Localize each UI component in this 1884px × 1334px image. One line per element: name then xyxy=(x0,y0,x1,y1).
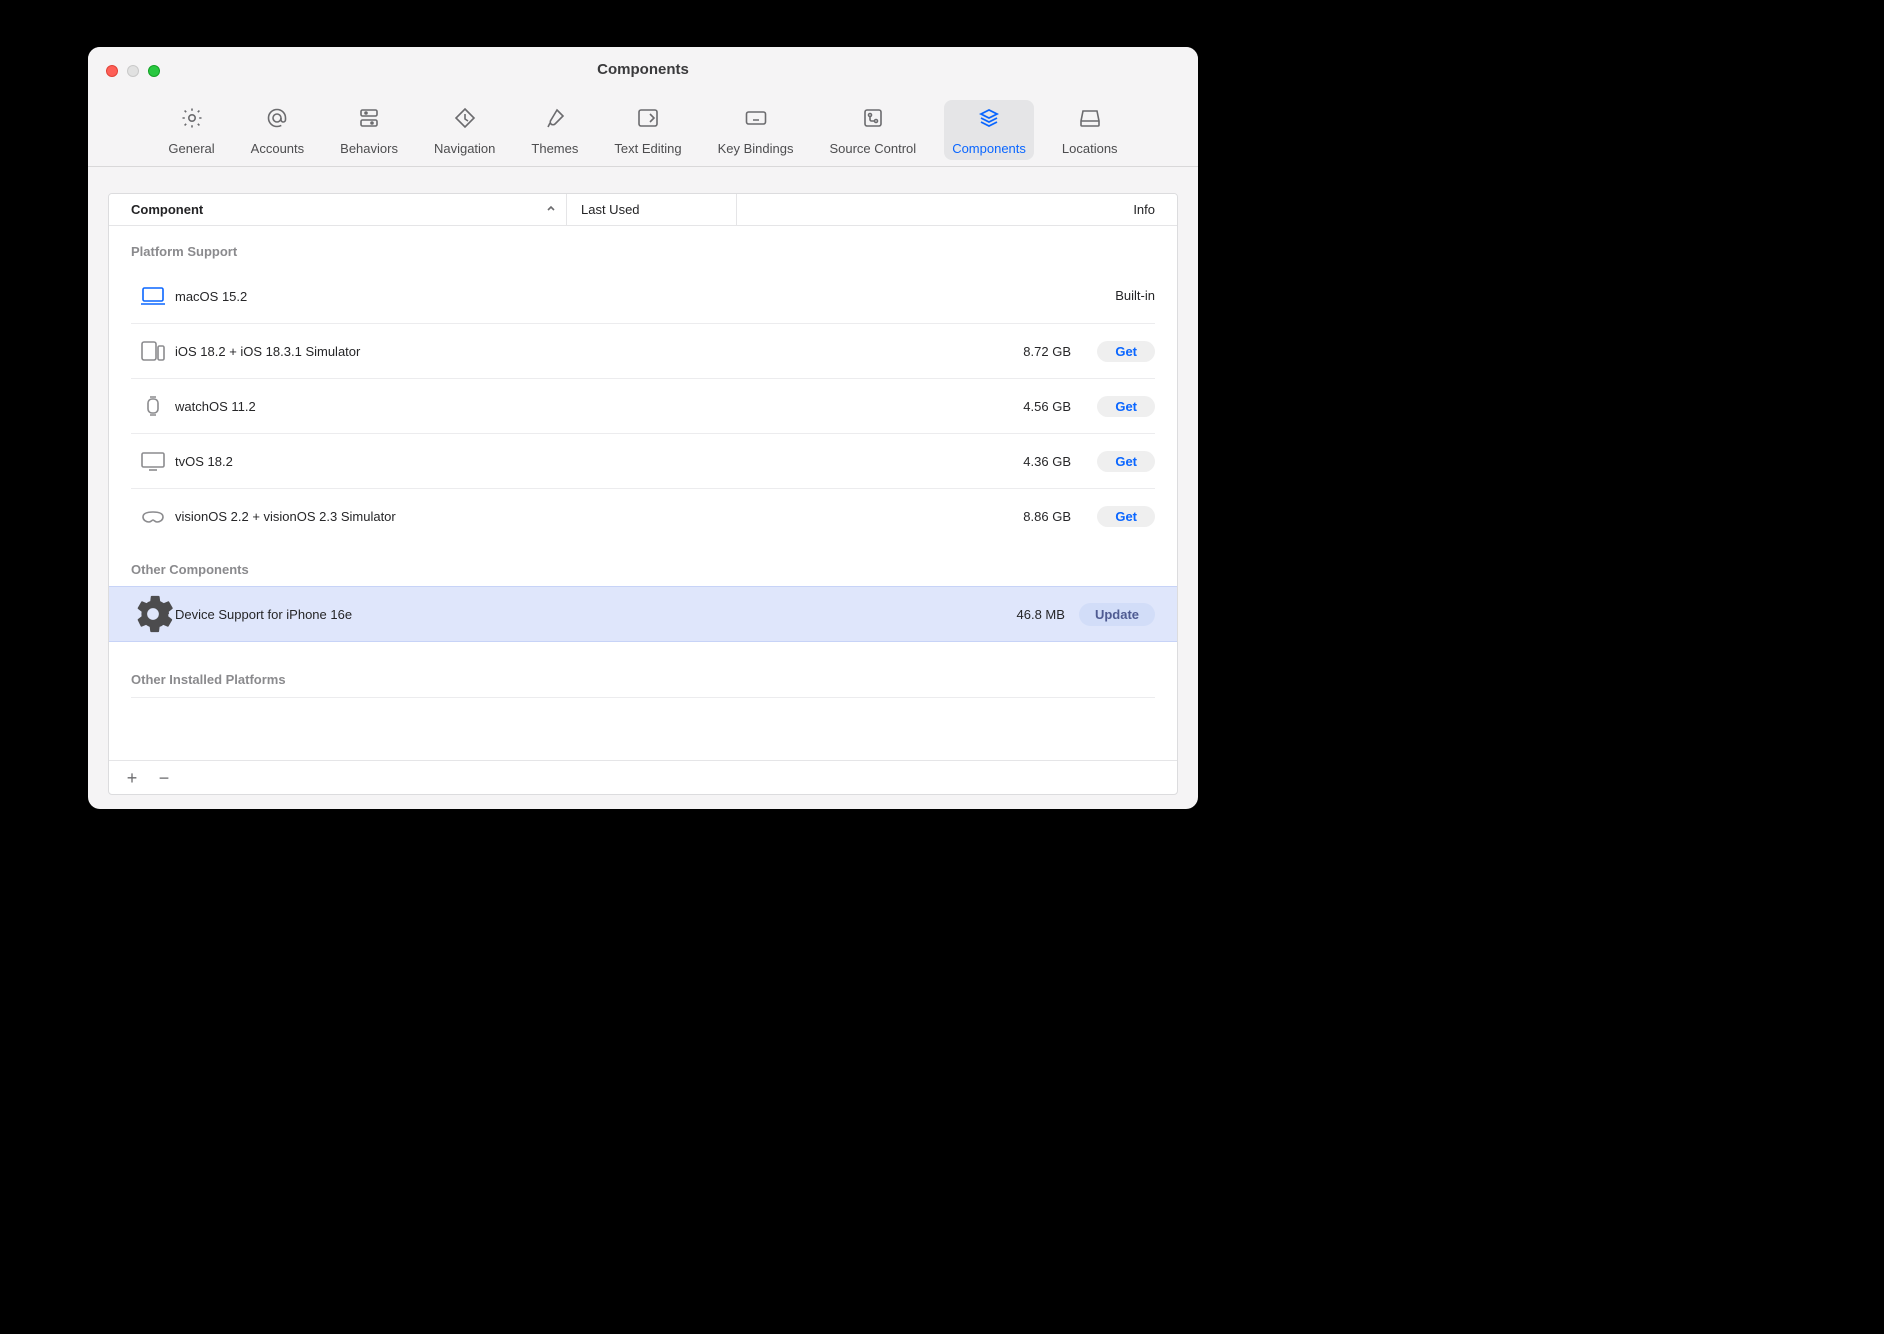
table-row[interactable]: tvOS 18.2 4.36 GB Get xyxy=(131,434,1155,489)
gear-icon xyxy=(178,106,206,135)
table-row[interactable]: iOS 18.2 + iOS 18.3.1 Simulator 8.72 GB … xyxy=(131,324,1155,379)
scroll-area[interactable]: Platform Support macOS 15.2 Built-in xyxy=(109,226,1177,760)
components-panel: Component Last Used Info Platform Suppor… xyxy=(108,193,1178,795)
tab-label: Accounts xyxy=(251,141,304,156)
add-button[interactable]: + xyxy=(123,769,141,787)
get-button[interactable]: Get xyxy=(1097,506,1155,527)
text-editing-icon xyxy=(634,106,662,135)
tab-navigation[interactable]: Navigation xyxy=(426,100,503,160)
tab-behaviors[interactable]: Behaviors xyxy=(332,100,406,160)
table-row[interactable]: watchOS 11.2 4.56 GB Get xyxy=(131,379,1155,434)
component-name: macOS 15.2 xyxy=(175,289,1071,304)
tab-label: Text Editing xyxy=(614,141,681,156)
table-row[interactable]: visionOS 2.2 + visionOS 2.3 Simulator 8.… xyxy=(131,489,1155,544)
component-size: 4.56 GB xyxy=(1023,399,1085,414)
component-size: 8.72 GB xyxy=(1023,344,1085,359)
other-rows: Device Support for iPhone 16e 46.8 MB Up… xyxy=(109,586,1177,642)
watchos-icon xyxy=(131,395,175,417)
tab-accounts[interactable]: Accounts xyxy=(243,100,312,160)
disk-icon xyxy=(1076,106,1104,135)
component-name: tvOS 18.2 xyxy=(175,454,1023,469)
remove-button[interactable]: − xyxy=(155,769,173,787)
column-header-component[interactable]: Component xyxy=(109,194,567,225)
column-header-label: Info xyxy=(1133,202,1155,217)
component-name: iOS 18.2 + iOS 18.3.1 Simulator xyxy=(175,344,1023,359)
tab-locations[interactable]: Locations xyxy=(1054,100,1126,160)
get-button[interactable]: Get xyxy=(1097,451,1155,472)
tab-key-bindings[interactable]: Key Bindings xyxy=(710,100,802,160)
column-header-lastused[interactable]: Last Used xyxy=(567,194,737,225)
section-header-installed: Other Installed Platforms xyxy=(109,642,1177,697)
preferences-tabbar: General Accounts Behaviors Navigation xyxy=(88,90,1198,166)
component-name: watchOS 11.2 xyxy=(175,399,1023,414)
behaviors-icon xyxy=(355,106,383,135)
update-button[interactable]: Update xyxy=(1079,603,1155,626)
tab-source-control[interactable]: Source Control xyxy=(821,100,924,160)
content-area: Component Last Used Info Platform Suppor… xyxy=(88,167,1198,809)
get-button[interactable]: Get xyxy=(1097,396,1155,417)
column-header-label: Last Used xyxy=(581,202,640,217)
tab-components[interactable]: Components xyxy=(944,100,1034,160)
component-size: 8.86 GB xyxy=(1023,509,1085,524)
component-name: Device Support for iPhone 16e xyxy=(175,607,1017,622)
tab-text-editing[interactable]: Text Editing xyxy=(606,100,689,160)
tab-label: Behaviors xyxy=(340,141,398,156)
status-builtin: Built-in xyxy=(1115,288,1155,303)
column-header-label: Component xyxy=(131,202,203,217)
mac-icon xyxy=(131,285,175,307)
gear-icon xyxy=(131,592,175,636)
titlebar: Components General Accounts Behaviors xyxy=(88,47,1198,167)
tab-label: Components xyxy=(952,141,1026,156)
sort-chevron-icon xyxy=(546,202,556,217)
footer-bar: + − xyxy=(109,760,1177,794)
tab-label: Navigation xyxy=(434,141,495,156)
paintbrush-icon xyxy=(541,106,569,135)
tab-label: General xyxy=(168,141,214,156)
component-name: visionOS 2.2 + visionOS 2.3 Simulator xyxy=(175,509,1023,524)
tvos-icon xyxy=(131,450,175,472)
column-header-row: Component Last Used Info xyxy=(109,194,1177,226)
keyboard-icon xyxy=(742,106,770,135)
column-header-info[interactable]: Info xyxy=(737,202,1177,217)
divider xyxy=(131,697,1155,698)
tab-label: Themes xyxy=(531,141,578,156)
component-size: 46.8 MB xyxy=(1017,607,1079,622)
tab-label: Locations xyxy=(1062,141,1118,156)
tab-label: Source Control xyxy=(829,141,916,156)
section-header-platform: Platform Support xyxy=(109,226,1177,269)
tab-label: Key Bindings xyxy=(718,141,794,156)
table-row-selected[interactable]: Device Support for iPhone 16e 46.8 MB Up… xyxy=(109,586,1177,642)
section-header-other: Other Components xyxy=(109,544,1177,587)
preferences-window: Components General Accounts Behaviors xyxy=(88,47,1198,809)
components-icon xyxy=(975,106,1003,135)
visionos-icon xyxy=(131,506,175,528)
tab-general[interactable]: General xyxy=(160,100,222,160)
source-control-icon xyxy=(859,106,887,135)
at-icon xyxy=(263,106,291,135)
tab-themes[interactable]: Themes xyxy=(523,100,586,160)
window-title: Components xyxy=(88,61,1198,78)
ios-icon xyxy=(131,340,175,362)
component-size: 4.36 GB xyxy=(1023,454,1085,469)
get-button[interactable]: Get xyxy=(1097,341,1155,362)
navigation-icon xyxy=(451,106,479,135)
platform-rows: macOS 15.2 Built-in iOS 18.2 + iOS 18.3.… xyxy=(109,269,1177,544)
table-row[interactable]: macOS 15.2 Built-in xyxy=(131,269,1155,324)
